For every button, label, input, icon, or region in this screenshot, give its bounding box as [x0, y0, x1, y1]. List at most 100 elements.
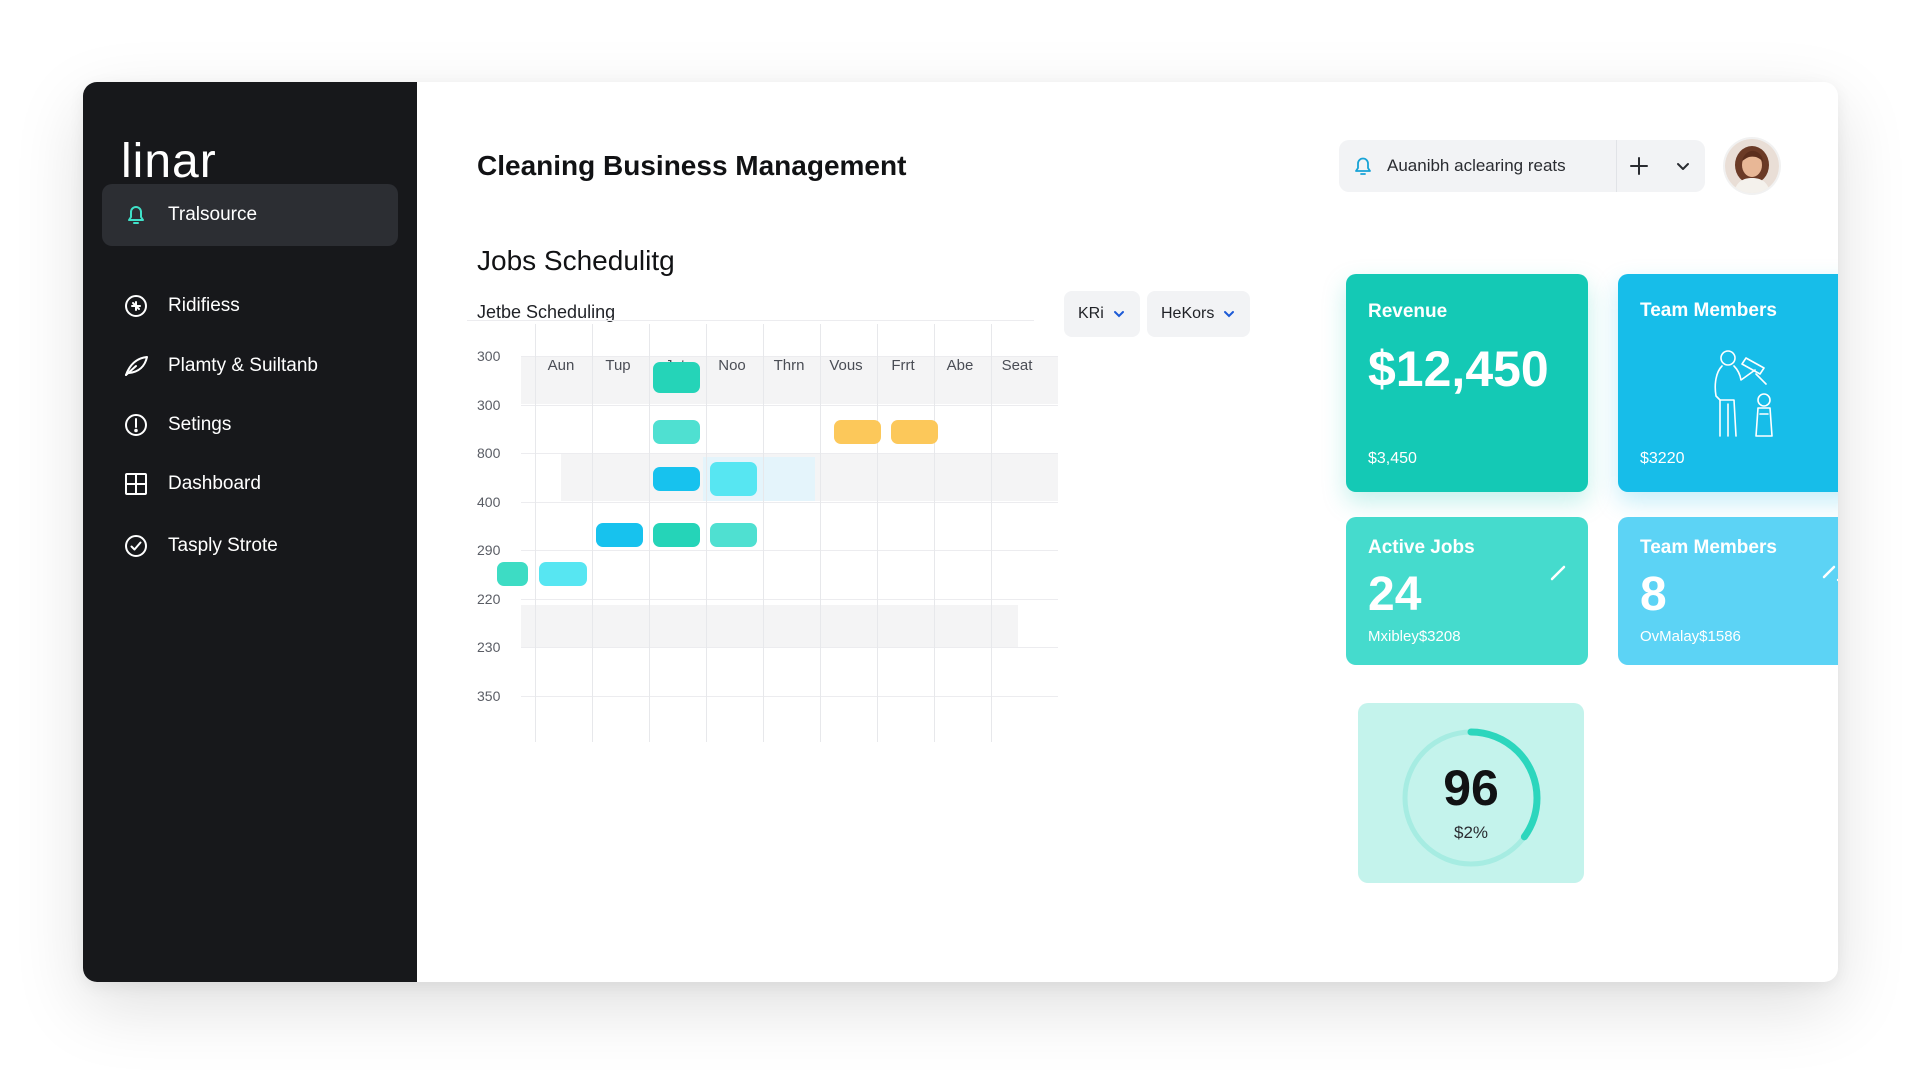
day-label: Seat — [1001, 357, 1033, 374]
day-label: Abe — [946, 357, 974, 374]
job-block[interactable] — [834, 420, 881, 444]
team-members-card[interactable]: Team Members $3220 — [1618, 274, 1838, 492]
grid-line — [763, 324, 764, 742]
revenue-value: $12,450 — [1368, 341, 1549, 397]
grid-line — [991, 324, 992, 742]
sidebar-item-ridifiess[interactable]: Ridifiess — [102, 275, 398, 337]
sidebar-item-setings[interactable]: Setings — [102, 394, 398, 456]
grid-line — [934, 324, 935, 742]
day-label: Thrn — [773, 357, 805, 374]
job-block[interactable] — [539, 562, 587, 586]
sidebar: linar Tralsource Ridifiess Plamty & Suil… — [83, 82, 417, 982]
edit-icon[interactable] — [1820, 561, 1838, 583]
filter-label: KRi — [1078, 305, 1104, 322]
info-circle-icon — [122, 411, 150, 439]
job-block[interactable] — [653, 420, 700, 444]
performance-gauge-card[interactable]: 96 $2% — [1358, 703, 1584, 883]
job-block[interactable] — [497, 562, 528, 586]
time-label: 220 — [477, 590, 501, 607]
grid-line — [649, 324, 650, 742]
time-label: 300 — [477, 348, 501, 364]
active-jobs-sub: Mxibley$3208 — [1368, 628, 1461, 645]
grid-line — [521, 501, 1058, 503]
job-block[interactable] — [891, 420, 938, 444]
day-label: Noo — [718, 357, 746, 374]
team-count-sub: OvMalay$1586 — [1640, 628, 1741, 645]
revenue-sub: $3,450 — [1368, 450, 1417, 467]
grid-line — [521, 404, 1058, 406]
notification-text: Auanibh aclearing reats — [1387, 156, 1566, 175]
job-block[interactable] — [653, 361, 700, 393]
sidebar-item-label: Tralsource — [168, 204, 258, 225]
grid-line — [521, 550, 1058, 551]
job-block[interactable] — [596, 523, 643, 547]
job-block[interactable] — [653, 523, 700, 547]
plus-icon[interactable] — [1617, 140, 1661, 192]
day-label: Tup — [605, 357, 631, 374]
grid-line — [706, 324, 707, 742]
chevron-down-icon — [1113, 311, 1124, 318]
chevron-down-icon — [1224, 311, 1235, 318]
card-title: Revenue — [1368, 301, 1448, 322]
grid-line — [877, 324, 878, 742]
sidebar-item-label: Dashboard — [168, 473, 261, 494]
grid-line — [820, 324, 821, 742]
grid-line — [535, 324, 536, 742]
bell-icon[interactable] — [1351, 153, 1377, 179]
revenue-card[interactable]: Revenue $12,450 $3,450 — [1346, 274, 1588, 492]
day-label: Aun — [547, 357, 575, 374]
sidebar-item-label: Tasply Strote — [168, 535, 278, 556]
page-title: Cleaning Business Management — [477, 150, 907, 181]
gauge-sub: $2% — [1453, 823, 1489, 842]
leaf-icon — [122, 352, 150, 380]
active-jobs-value: 24 — [1368, 568, 1422, 621]
user-avatar[interactable] — [1725, 139, 1779, 193]
card-title: Team Members — [1640, 537, 1777, 558]
sidebar-item-label: Ridifiess — [168, 295, 240, 316]
card-title: Team Members — [1640, 300, 1777, 321]
day-label: Frrt — [891, 357, 915, 374]
time-label: 300 — [477, 396, 501, 413]
job-block[interactable] — [710, 523, 757, 547]
edit-icon[interactable] — [1548, 561, 1570, 583]
time-label: 350 — [477, 687, 501, 704]
check-circle-icon — [122, 532, 150, 560]
team-count-card[interactable]: Team Members 8 OvMalay$1586 — [1618, 517, 1838, 665]
grid-line — [521, 453, 1058, 454]
notification-bar[interactable]: Auanibh aclearing reats — [1339, 140, 1705, 192]
sidebar-item-plamty[interactable]: Plamty & Suiltanb — [102, 335, 398, 397]
active-jobs-card[interactable]: Active Jobs 24 Mxibley$3208 — [1346, 517, 1588, 665]
cleaner-icon — [1714, 350, 1773, 437]
sidebar-item-tasply-strote[interactable]: Tasply Strote — [102, 515, 398, 577]
app-logo: linar — [121, 135, 217, 188]
filter-label: HeKors — [1161, 305, 1215, 322]
sidebar-item-dashboard[interactable]: Dashboard — [102, 453, 398, 515]
job-block[interactable] — [710, 462, 757, 496]
day-label: Vous — [829, 357, 863, 374]
app-window: linar Tralsource Ridifiess Plamty & Suil… — [83, 82, 1838, 982]
grid-line — [467, 320, 1034, 321]
filter-dropdown-kri[interactable]: KRi — [1064, 291, 1140, 337]
time-label: 230 — [477, 639, 501, 655]
filter-dropdown-hekors[interactable]: HeKors — [1147, 291, 1251, 337]
gauge-value: 96 — [1443, 760, 1499, 816]
grid-line — [521, 695, 1058, 697]
time-label: 800 — [477, 445, 501, 461]
bell-icon — [122, 201, 150, 229]
main-content: Cleaning Business Management Auanibh acl… — [417, 82, 1838, 982]
time-label: 400 — [477, 493, 501, 510]
grid-line — [592, 324, 593, 742]
team-sub: $3220 — [1640, 450, 1685, 467]
card-title: Active Jobs — [1368, 537, 1475, 558]
job-block[interactable] — [653, 467, 700, 491]
sidebar-item-label: Setings — [168, 414, 232, 435]
sidebar-item-label: Plamty & Suiltanb — [168, 355, 318, 376]
sidebar-item-tralsource[interactable]: Tralsource — [102, 184, 398, 246]
gauge-icon — [122, 292, 150, 320]
grid-icon — [122, 470, 150, 498]
team-count-value: 8 — [1640, 568, 1667, 621]
grid-line — [521, 647, 1058, 648]
chevron-down-icon[interactable] — [1661, 140, 1705, 192]
section-title: Jobs Schedulitg — [477, 245, 675, 276]
grid-band — [521, 605, 1018, 647]
